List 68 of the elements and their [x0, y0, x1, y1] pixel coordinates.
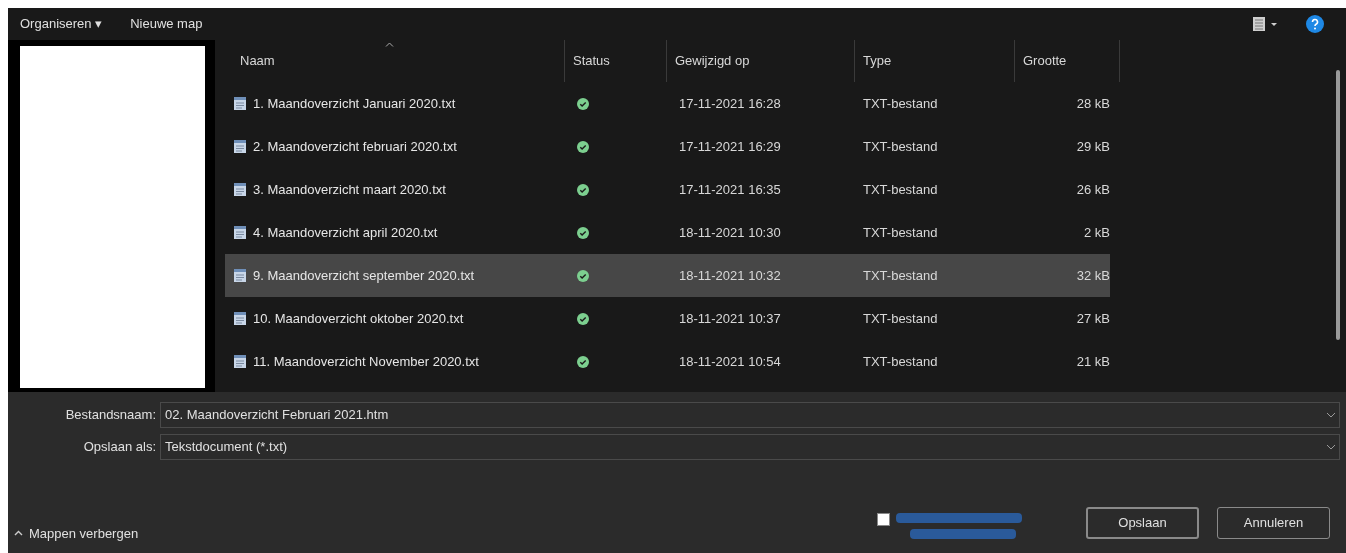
modified-date: 17-11-2021 16:29 [679, 137, 781, 156]
column-header[interactable]: Naam [240, 51, 275, 71]
file-row[interactable]: 4. Maandoverzicht april 2020.txt 18-11-2021 10:30 TXT-bestand 2 kB [225, 211, 1110, 254]
file-row[interactable]: 1. Maandoverzicht Januari 2020.txt 17-11-2021 16:28 TXT-bestand 28 kB [225, 82, 1110, 125]
modified-date: 18-11-2021 10:32 [679, 266, 781, 285]
cancel-button[interactable]: Annuleren [1217, 507, 1330, 539]
text-file-icon [233, 139, 247, 154]
text-file-icon [233, 311, 247, 326]
file-type: TXT-bestand [863, 352, 938, 371]
check-circle-icon [577, 97, 589, 110]
file-type: TXT-bestand [863, 266, 938, 285]
scrollbar-thumb[interactable] [1336, 70, 1340, 340]
check-circle-icon [577, 183, 589, 196]
modified-date: 17-11-2021 16:28 [679, 94, 781, 113]
file-name: 10. Maandoverzicht oktober 2020.txt [253, 309, 464, 328]
check-circle-icon [577, 226, 589, 239]
file-type: TXT-bestand [863, 223, 938, 242]
file-row[interactable]: 2. Maandoverzicht februari 2020.txt 17-11-2021 16:29 TXT-bestand 29 kB [225, 125, 1110, 168]
file-size: 26 kB [1076, 180, 1110, 199]
filename-label: Bestandsnaam: [64, 406, 157, 425]
save-as-label: Opslaan als: [82, 438, 157, 457]
file-type: TXT-bestand [863, 94, 938, 113]
file-size: 28 kB [1076, 94, 1110, 113]
check-circle-icon [577, 140, 589, 153]
file-name: 11. Maandoverzicht November 2020.txt [253, 352, 479, 371]
column-header[interactable]: Type [863, 51, 892, 71]
view-list-icon[interactable] [1252, 16, 1278, 32]
save-button[interactable]: Opslaan [1086, 507, 1199, 539]
file-row[interactable]: 11. Maandoverzicht November 2020.txt 18-11-2021 10:54 TXT-bestand 21 kB [225, 340, 1110, 383]
filename-field[interactable]: 02. Maandoverzicht Februari 2021.htm [160, 402, 1340, 428]
file-row[interactable]: 10. Maandoverzicht oktober 2020.txt 18-11-2021 10:37 TXT-bestand 27 kB [225, 297, 1110, 340]
file-size: 2 kB [1084, 223, 1110, 242]
column-header[interactable]: Gewijzigd op [675, 51, 750, 71]
file-type: TXT-bestand [863, 180, 938, 199]
modified-date: 18-11-2021 10:54 [679, 352, 781, 371]
chevron-up-icon [14, 530, 23, 537]
file-size: 21 kB [1076, 352, 1110, 371]
modified-date: 18-11-2021 10:30 [679, 223, 781, 242]
file-name: 1. Maandoverzicht Januari 2020.txt [253, 94, 456, 113]
file-name: 3. Maandoverzicht maart 2020.txt [253, 180, 446, 199]
modified-date: 17-11-2021 16:35 [679, 180, 781, 199]
column-header[interactable]: Status [573, 51, 610, 71]
column-header[interactable]: Grootte [1023, 51, 1067, 71]
modified-date: 18-11-2021 10:37 [679, 309, 781, 328]
file-row[interactable]: 3. Maandoverzicht maart 2020.txt 17-11-2021 16:35 TXT-bestand 26 kB [225, 168, 1110, 211]
organize-button[interactable]: Organiseren ▾ [20, 14, 103, 34]
text-file-icon [233, 354, 247, 369]
text-file-icon [233, 96, 247, 111]
check-circle-icon [577, 269, 589, 282]
check-circle-icon [577, 312, 589, 325]
text-file-icon [233, 182, 247, 197]
check-circle-icon [577, 355, 589, 368]
new-folder-button[interactable]: Nieuwe map [130, 14, 203, 34]
file-size: 29 kB [1076, 137, 1110, 156]
file-size: 32 kB [1076, 266, 1110, 285]
file-row[interactable]: 9. Maandoverzicht september 2020.txt 18-11-2021 10:32 TXT-bestand 32 kB [225, 254, 1110, 297]
file-size: 27 kB [1076, 309, 1110, 328]
text-file-icon [233, 225, 247, 240]
file-type: TXT-bestand [863, 137, 938, 156]
checkbox[interactable] [877, 513, 890, 526]
file-name: 2. Maandoverzicht februari 2020.txt [253, 137, 457, 156]
save-as-dropdown[interactable]: Tekstdocument (*.txt) [160, 434, 1340, 460]
file-type: TXT-bestand [863, 309, 938, 328]
text-file-icon [233, 268, 247, 283]
hide-folders-button[interactable]: Mappen verbergen [8, 523, 139, 545]
help-icon[interactable] [1306, 15, 1324, 33]
file-name: 9. Maandoverzicht september 2020.txt [253, 266, 475, 285]
file-name: 4. Maandoverzicht april 2020.txt [253, 223, 438, 242]
